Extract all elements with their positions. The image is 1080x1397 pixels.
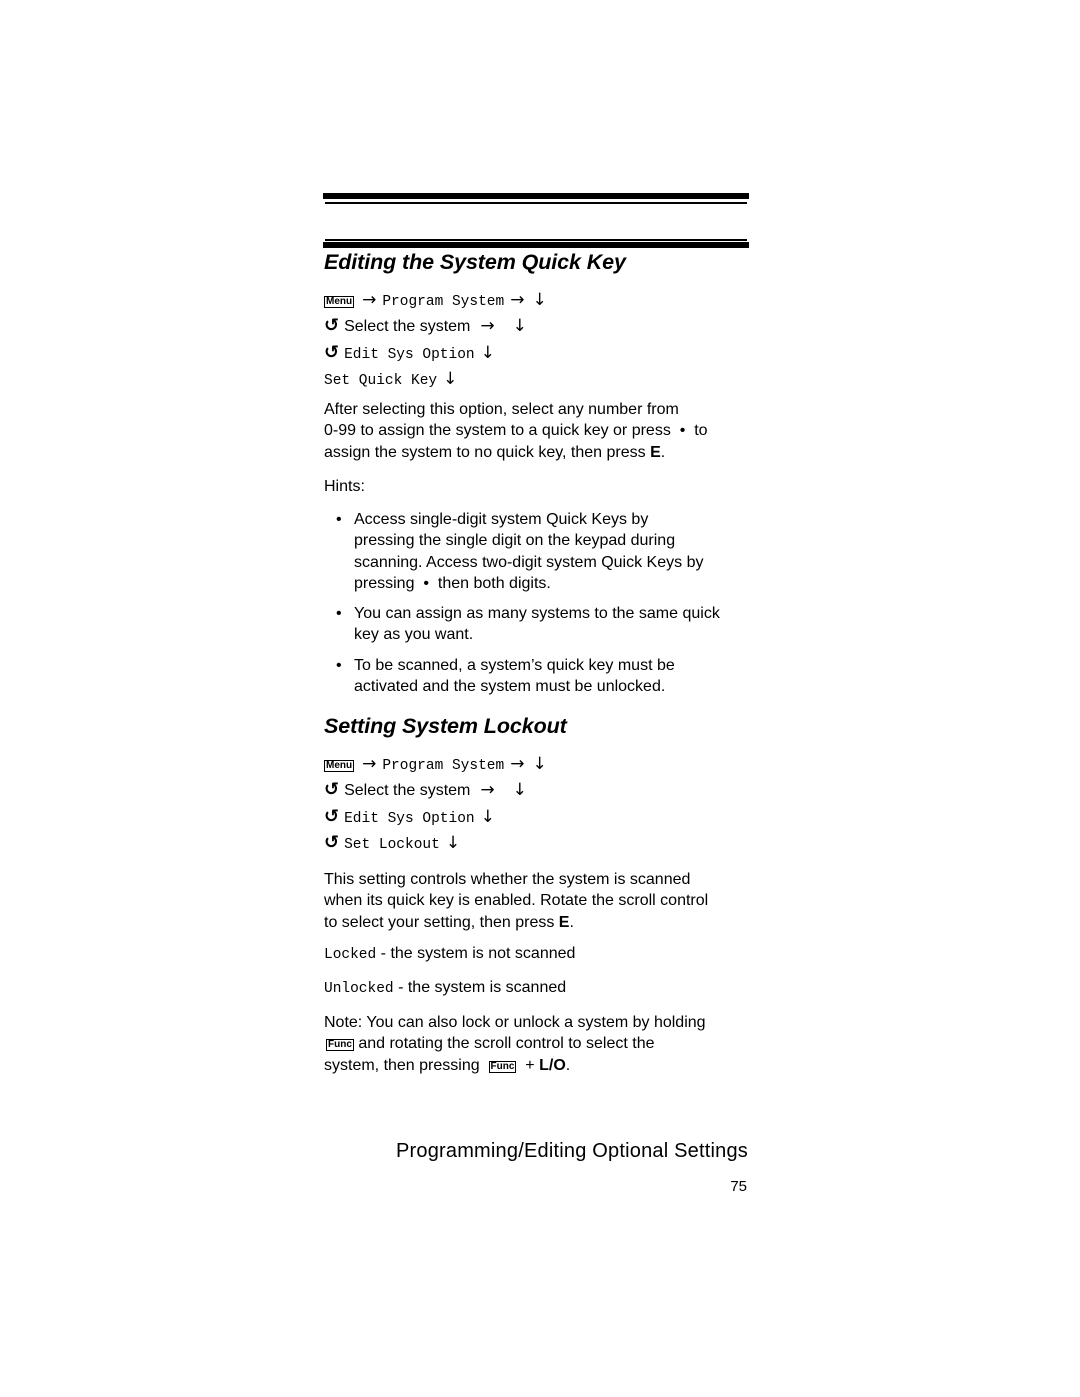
menu-path-step-3: ↺ Edit Sys Option ↓ [324, 806, 495, 827]
chapter-title: Programming/Editing Optional Settings [395, 1140, 748, 1162]
rotate-icon: ↺ [324, 779, 340, 800]
instruction-select-system: Select the system [344, 782, 471, 799]
func-key-icon: Func [488, 1060, 517, 1073]
arrow-right-icon: → [480, 316, 495, 336]
hints-label: Hints: [324, 478, 365, 495]
menu-item-edit-sys-option: Edit Sys Option [344, 811, 475, 827]
e-key: E [558, 913, 570, 931]
arrow-right-icon: → [510, 290, 525, 310]
e-key: E [650, 443, 661, 461]
option-locked: Locked - the system is not scanned [324, 945, 575, 963]
menu-path-step-3: ↺ Edit Sys Option ↓ [324, 342, 495, 363]
header-rule-thin-bottom [325, 239, 747, 241]
header-rule-thick-bottom [323, 242, 749, 248]
func-key-icon: Func [326, 1039, 354, 1052]
menu-key-icon: Menu [324, 760, 355, 772]
lockout-description: This setting controls whether the system… [324, 871, 709, 931]
arrow-down-icon: ↓ [445, 833, 461, 853]
hint-item: • You can assign as many systems to the … [336, 605, 720, 644]
bullet-icon: • [336, 605, 342, 623]
hint-item: • Access single-digit system Quick Keys … [336, 511, 704, 592]
menu-path-step-2: ↺ Select the system → ↓ [324, 315, 527, 336]
lockout-note: Note: You can also lock or unlock a syst… [324, 1014, 706, 1074]
menu-item-set-lockout: Set Lockout [344, 837, 440, 853]
option-description: - the system is not scanned [376, 945, 576, 962]
dot-key-icon: • [423, 574, 429, 592]
bullet-icon: • [336, 656, 342, 674]
page-number: 75 [730, 1178, 747, 1195]
arrow-right-icon: → [480, 780, 495, 800]
arrow-down-icon: ↓ [480, 343, 495, 363]
header-rule-thin-top [325, 202, 747, 204]
instruction-select-system: Select the system [344, 318, 471, 335]
header-rule-thick-top [323, 193, 749, 199]
arrow-down-icon: ↓ [532, 754, 547, 774]
arrow-right-icon: → [510, 754, 525, 774]
arrow-down-icon: ↓ [480, 807, 495, 827]
quick-key-description: After selecting this option, select any … [324, 401, 708, 461]
menu-item-edit-sys-option: Edit Sys Option [344, 347, 475, 363]
section-title-quick-key: Editing the System Quick Key [324, 250, 626, 274]
arrow-down-icon: ↓ [512, 316, 527, 336]
rotate-icon: ↺ [324, 832, 340, 853]
lo-key: L/O [539, 1056, 566, 1074]
option-value: Locked [324, 947, 377, 963]
menu-path-step-4: ↺ Set Lockout ↓ [324, 832, 460, 853]
menu-path-step-1: Menu → Program System → ↓ [324, 290, 547, 310]
arrow-right-icon: → [362, 754, 377, 774]
option-unlocked: Unlocked - the system is scanned [324, 979, 566, 997]
arrow-down-icon: ↓ [512, 780, 527, 800]
bullet-icon: • [336, 511, 342, 528]
arrow-down-icon: ↓ [532, 290, 547, 310]
rotate-icon: ↺ [324, 315, 340, 336]
menu-item-program-system: Program System [382, 294, 505, 310]
rotate-icon: ↺ [324, 806, 340, 827]
menu-path-step-1: Menu → Program System → ↓ [324, 754, 547, 774]
menu-key-icon: Menu [324, 296, 355, 308]
hint-item: • To be scanned, a system’s quick key mu… [336, 656, 675, 696]
rotate-icon: ↺ [324, 342, 340, 363]
arrow-down-icon: ↓ [443, 369, 458, 389]
menu-path-step-2: ↺ Select the system → ↓ [324, 779, 527, 800]
menu-path-step-4: Set Quick Key ↓ [324, 369, 457, 389]
hints-list: • Access single-digit system Quick Keys … [336, 509, 756, 706]
option-value: Unlocked [324, 981, 394, 997]
menu-item-set-quick-key: Set Quick Key [324, 373, 438, 389]
dot-key-icon: • [679, 422, 686, 440]
menu-item-program-system: Program System [382, 758, 505, 774]
section-title-lockout: Setting System Lockout [324, 714, 567, 738]
arrow-right-icon: → [362, 290, 377, 310]
option-description: - the system is scanned [393, 979, 567, 996]
